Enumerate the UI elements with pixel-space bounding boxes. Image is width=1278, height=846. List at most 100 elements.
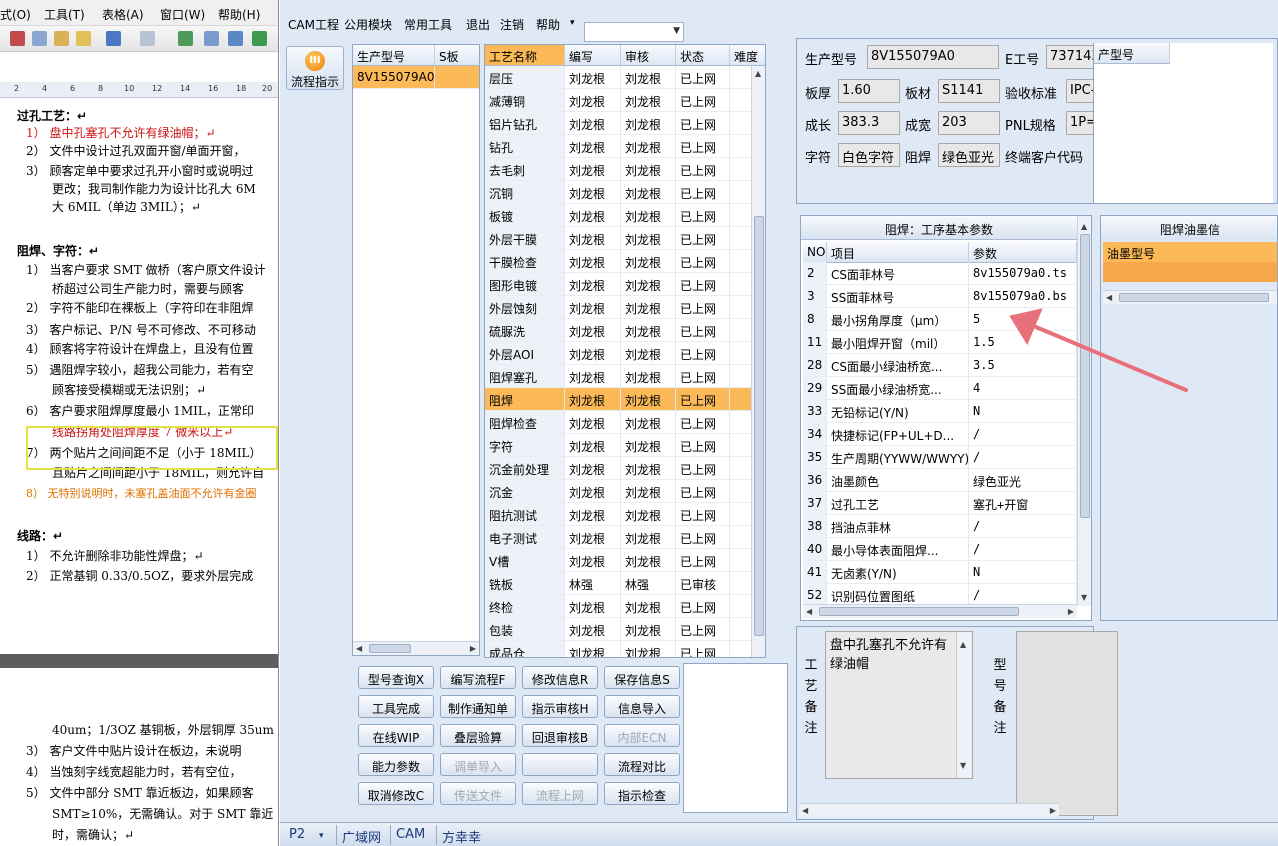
- status-cell[interactable]: 已上网: [676, 342, 730, 365]
- reviewer-cell[interactable]: 刘龙根: [621, 273, 676, 296]
- author-cell[interactable]: 刘龙根: [565, 503, 621, 526]
- param-value-cell[interactable]: 1.5: [969, 331, 1077, 354]
- status-cell[interactable]: 已上网: [676, 89, 730, 112]
- process-name-cell[interactable]: V槽: [485, 549, 565, 572]
- standard-field[interactable]: IPC-: [1066, 79, 1094, 103]
- process-name-cell[interactable]: 阻焊塞孔: [485, 365, 565, 388]
- param-value-cell[interactable]: /: [969, 515, 1077, 538]
- action-button[interactable]: 取消修改C: [358, 782, 434, 805]
- reviewer-cell[interactable]: 刘龙根: [621, 365, 676, 388]
- action-button[interactable]: 流程对比: [604, 753, 680, 776]
- reviewer-cell[interactable]: 刘龙根: [621, 89, 676, 112]
- process-name-cell[interactable]: 钻孔: [485, 135, 565, 158]
- reviewer-cell[interactable]: 刘龙根: [621, 641, 676, 657]
- param-item-cell[interactable]: 最小导体表面阻焊...: [827, 538, 969, 561]
- scroll-thumb[interactable]: [1119, 293, 1269, 302]
- process-name-cell[interactable]: 外层AOI: [485, 342, 565, 365]
- process-name-cell[interactable]: 干膜检查: [485, 250, 565, 273]
- model-list[interactable]: 生产型号 S板 8V155079A0 ◀ ▶: [352, 44, 480, 656]
- column-header-customer-model[interactable]: 产型号: [1094, 43, 1170, 64]
- help-dropdown-icon[interactable]: ▾: [570, 18, 575, 28]
- action-button[interactable]: 能力参数: [358, 753, 434, 776]
- reviewer-cell[interactable]: 刘龙根: [621, 618, 676, 641]
- author-cell[interactable]: 刘龙根: [565, 480, 621, 503]
- status-cell[interactable]: 已审核: [676, 572, 730, 595]
- status-cell[interactable]: 已上网: [676, 526, 730, 549]
- solder-params-hscrollbar[interactable]: ◀ ▶: [803, 604, 1077, 618]
- reviewer-cell[interactable]: 刘龙根: [621, 250, 676, 273]
- status-cell[interactable]: 已上网: [676, 227, 730, 250]
- menu-logout[interactable]: 注销: [500, 16, 524, 33]
- action-button[interactable]: 修改信息R: [522, 666, 598, 689]
- undo-icon[interactable]: [106, 31, 121, 46]
- status-cell[interactable]: 已上网: [676, 365, 730, 388]
- column-header-status[interactable]: 状态: [676, 45, 730, 66]
- action-button[interactable]: 流程上网: [522, 782, 598, 805]
- status-cell[interactable]: 已上网: [676, 296, 730, 319]
- process-note-textarea[interactable]: 盘中孔塞孔不允许有绿油帽 ▲ ▼: [825, 631, 973, 779]
- status-cell[interactable]: 已上网: [676, 503, 730, 526]
- status-cell[interactable]: 已上网: [676, 388, 730, 411]
- process-name-cell[interactable]: 成品仓: [485, 641, 565, 657]
- hyperlink-icon[interactable]: [178, 31, 193, 46]
- reviewer-cell[interactable]: 刘龙根: [621, 135, 676, 158]
- action-button[interactable]: 内部ECN: [604, 724, 680, 747]
- char-field[interactable]: 白色字符: [838, 143, 900, 167]
- param-item-cell[interactable]: CS面最小绿油桥宽...: [827, 354, 969, 377]
- param-no-cell[interactable]: 28: [803, 354, 827, 377]
- word-document-page-bottom[interactable]: 40um；1/3OZ 基铜板，外层铜厚 35um 3） 客户文件中贴片设计在板边，…: [0, 668, 278, 846]
- reviewer-cell[interactable]: 刘龙根: [621, 549, 676, 572]
- param-value-cell[interactable]: 5: [969, 308, 1077, 331]
- param-no-cell[interactable]: 29: [803, 377, 827, 400]
- param-value-cell[interactable]: /: [969, 446, 1077, 469]
- notes-hscrollbar[interactable]: ◀ ▶: [799, 803, 1059, 817]
- status-cell[interactable]: 已上网: [676, 112, 730, 135]
- status-cell[interactable]: 已上网: [676, 457, 730, 480]
- model-cell[interactable]: 8V155079A0: [353, 66, 435, 89]
- process-name-cell[interactable]: 终检: [485, 595, 565, 618]
- param-value-cell[interactable]: 塞孔+开窗: [969, 492, 1077, 515]
- action-button[interactable]: 编写流程F: [440, 666, 516, 689]
- process-name-cell[interactable]: 图形电镀: [485, 273, 565, 296]
- insert-excel-icon[interactable]: [252, 31, 267, 46]
- scroll-left-icon[interactable]: ◀: [806, 607, 812, 616]
- param-item-cell[interactable]: 生产周期(YYWW/WWYY): [827, 446, 969, 469]
- process-name-cell[interactable]: 阻焊: [485, 388, 565, 411]
- status-dropdown-icon[interactable]: ▾: [314, 829, 329, 846]
- status-page[interactable]: P2: [284, 825, 310, 845]
- status-cell[interactable]: 已上网: [676, 434, 730, 457]
- author-cell[interactable]: 刘龙根: [565, 411, 621, 434]
- param-item-cell[interactable]: 无卤素(Y/N): [827, 561, 969, 584]
- reviewer-cell[interactable]: 林强: [621, 572, 676, 595]
- tables-borders-icon[interactable]: [204, 31, 219, 46]
- author-cell[interactable]: 刘龙根: [565, 342, 621, 365]
- menu-cam-project[interactable]: CAM工程: [288, 16, 339, 33]
- scroll-thumb[interactable]: [754, 216, 764, 636]
- word-menu-tools[interactable]: 工具(T): [44, 6, 85, 23]
- process-name-cell[interactable]: 去毛刺: [485, 158, 565, 181]
- process-name-cell[interactable]: 包装: [485, 618, 565, 641]
- process-name-cell[interactable]: 硫脲洗: [485, 319, 565, 342]
- param-no-cell[interactable]: 33: [803, 400, 827, 423]
- author-cell[interactable]: 林强: [565, 572, 621, 595]
- author-cell[interactable]: 刘龙根: [565, 66, 621, 89]
- author-cell[interactable]: 刘龙根: [565, 457, 621, 480]
- param-item-cell[interactable]: 快捷标记(FP+UL+D...: [827, 423, 969, 446]
- word-document-page-top[interactable]: 过孔工艺：↵ 1） 盘中孔塞孔不允许有绿油帽；↵ 2） 文件中设计过孔双面开窗/单面…: [0, 100, 278, 654]
- status-cell[interactable]: 已上网: [676, 66, 730, 89]
- length-field[interactable]: 383.3: [838, 111, 900, 135]
- status-cell[interactable]: 已上网: [676, 135, 730, 158]
- param-item-cell[interactable]: 过孔工艺: [827, 492, 969, 515]
- param-no-cell[interactable]: 37: [803, 492, 827, 515]
- param-item-cell[interactable]: 最小拐角厚度（μm）: [827, 308, 969, 331]
- material-field[interactable]: S1141: [938, 79, 1000, 103]
- scroll-left-icon[interactable]: ◀: [802, 806, 808, 815]
- thickness-field[interactable]: 1.60: [838, 79, 900, 103]
- status-user[interactable]: 方幸幸: [436, 825, 486, 846]
- model-list-hscrollbar[interactable]: ◀ ▶: [353, 641, 479, 655]
- process-name-cell[interactable]: 字符: [485, 434, 565, 457]
- param-item-cell[interactable]: 挡油点菲林: [827, 515, 969, 538]
- reviewer-cell[interactable]: 刘龙根: [621, 388, 676, 411]
- author-cell[interactable]: 刘龙根: [565, 641, 621, 657]
- author-cell[interactable]: 刘龙根: [565, 296, 621, 319]
